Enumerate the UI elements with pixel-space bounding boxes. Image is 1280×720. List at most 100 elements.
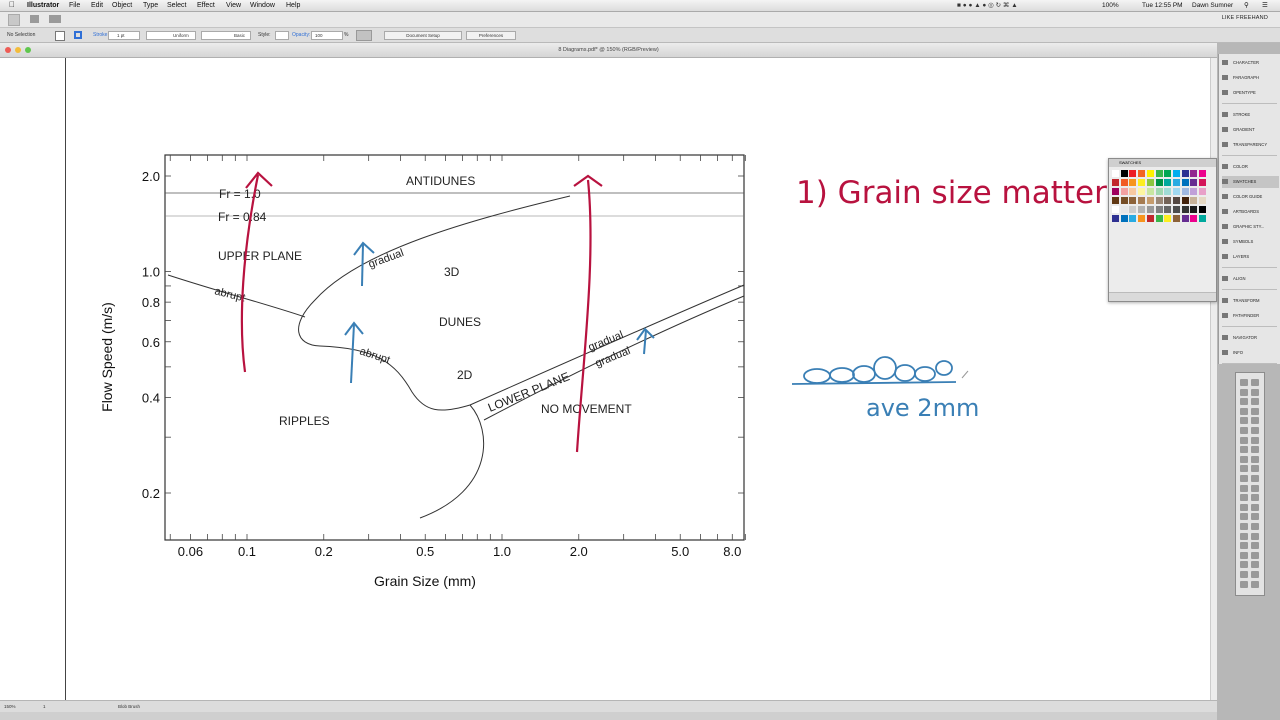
grain-sketch[interactable]	[791, 356, 957, 385]
color-swatch[interactable]	[1181, 197, 1189, 204]
tool-icon[interactable]	[1251, 523, 1259, 530]
color-swatch[interactable]	[1129, 206, 1137, 213]
color-swatch[interactable]	[1138, 206, 1146, 213]
tool-icon[interactable]	[1240, 475, 1248, 482]
tool-icon[interactable]	[1251, 398, 1259, 406]
color-swatch[interactable]	[1164, 197, 1172, 204]
color-swatch[interactable]	[1199, 206, 1206, 213]
color-swatch[interactable]	[1120, 188, 1128, 195]
color-swatch[interactable]	[1120, 197, 1128, 204]
color-swatch[interactable]	[1155, 206, 1163, 213]
color-swatch[interactable]	[1181, 188, 1189, 195]
tool-icon[interactable]	[1251, 465, 1259, 473]
color-swatch[interactable]	[1172, 206, 1180, 213]
color-swatch[interactable]	[1155, 197, 1163, 204]
color-swatch[interactable]	[1120, 206, 1128, 213]
color-swatch[interactable]	[1146, 215, 1154, 222]
color-swatch[interactable]	[1146, 197, 1154, 204]
panel-symbols[interactable]: SYMBOLS	[1222, 236, 1279, 248]
red-arrow-right[interactable]	[573, 174, 603, 453]
blue-arrow-lower-plane[interactable]	[636, 327, 655, 355]
tool-icon[interactable]	[1251, 484, 1259, 492]
color-swatch[interactable]	[1112, 188, 1119, 195]
color-swatch[interactable]	[1190, 206, 1198, 213]
color-swatch[interactable]	[1172, 215, 1180, 222]
panel-opentype[interactable]: OPENTYPE	[1222, 87, 1279, 99]
tool-icon[interactable]	[1251, 494, 1259, 502]
color-swatch[interactable]	[1112, 179, 1119, 186]
tool-icon[interactable]	[1240, 532, 1248, 540]
panel-artboards[interactable]: ARTBOARDS	[1222, 206, 1279, 218]
tool-icon[interactable]	[1240, 494, 1248, 502]
panel-paragraph[interactable]: PARAGRAPH	[1222, 72, 1279, 84]
tool-icon[interactable]	[1251, 542, 1259, 550]
panel-align[interactable]: ALIGN	[1222, 273, 1279, 285]
tool-icon[interactable]	[1251, 446, 1259, 454]
annotation-heading[interactable]: 1) Grain size matters	[796, 175, 1123, 211]
annotation-note[interactable]: ave 2mm	[866, 394, 979, 422]
color-swatch[interactable]	[1146, 206, 1154, 213]
tool-icon[interactable]	[1251, 407, 1259, 415]
tool-icon[interactable]	[1251, 475, 1259, 482]
color-swatch[interactable]	[1129, 179, 1137, 186]
tool-icon[interactable]	[1240, 446, 1248, 454]
panel-info[interactable]: INFO	[1222, 347, 1279, 359]
color-swatch[interactable]	[1120, 179, 1128, 186]
color-swatch[interactable]	[1181, 215, 1189, 222]
color-swatch[interactable]	[1164, 179, 1172, 186]
color-swatch[interactable]	[1155, 188, 1163, 195]
panel-character[interactable]: CHARACTER	[1222, 57, 1279, 69]
panel-transform[interactable]: TRANSFORM	[1222, 295, 1279, 307]
swatches-panel-header[interactable]: SWATCHES	[1109, 159, 1216, 167]
panel-navigator[interactable]: NAVIGATOR	[1222, 332, 1279, 344]
panel-color-guide[interactable]: COLOR GUIDE	[1222, 191, 1279, 203]
color-swatch[interactable]	[1190, 197, 1198, 204]
color-swatch[interactable]	[1138, 188, 1146, 195]
tool-icon[interactable]	[1240, 465, 1248, 473]
swatches-tab[interactable]: SWATCHES	[1109, 160, 1141, 165]
color-swatch[interactable]	[1199, 197, 1206, 204]
color-swatch[interactable]	[1172, 170, 1180, 177]
color-swatch[interactable]	[1199, 170, 1206, 177]
tool-icon[interactable]	[1251, 571, 1259, 578]
panel-layers[interactable]: LAYERS	[1222, 251, 1279, 263]
color-swatch[interactable]	[1164, 215, 1172, 222]
color-swatch[interactable]	[1112, 197, 1119, 204]
color-swatch[interactable]	[1129, 197, 1137, 204]
tool-icon[interactable]	[1251, 379, 1259, 386]
panel-swatches[interactable]: SWATCHES	[1222, 176, 1279, 188]
color-swatch[interactable]	[1164, 188, 1172, 195]
color-swatch[interactable]	[1146, 179, 1154, 186]
tool-icon[interactable]	[1240, 551, 1248, 559]
tool-icon[interactable]	[1251, 561, 1259, 569]
color-swatch[interactable]	[1181, 206, 1189, 213]
ink-annotations[interactable]: 1) Grain size matters ave 2mm	[0, 0, 1280, 720]
panel-pathfinder[interactable]: PATHFINDER	[1222, 310, 1279, 322]
tool-icon[interactable]	[1251, 436, 1259, 444]
tool-icon[interactable]	[1240, 542, 1248, 550]
tool-icon[interactable]	[1251, 551, 1259, 559]
panel-stroke[interactable]: STROKE	[1222, 109, 1279, 121]
color-swatch[interactable]	[1199, 179, 1206, 186]
swatches-panel[interactable]: SWATCHES	[1108, 158, 1217, 302]
color-swatch[interactable]	[1129, 170, 1137, 177]
tool-icon[interactable]	[1251, 532, 1259, 540]
color-swatch[interactable]	[1172, 197, 1180, 204]
color-swatch[interactable]	[1164, 206, 1172, 213]
color-swatch[interactable]	[1164, 170, 1172, 177]
color-swatch[interactable]	[1155, 215, 1163, 222]
tool-icon[interactable]	[1240, 513, 1248, 521]
artboard-number[interactable]: 1	[43, 704, 46, 709]
swatches-panel-footer[interactable]	[1109, 292, 1216, 301]
panel-graphic-sty[interactable]: GRAPHIC STY...	[1222, 221, 1279, 233]
color-swatch[interactable]	[1155, 179, 1163, 186]
tool-icon[interactable]	[1240, 417, 1248, 425]
tool-icon[interactable]	[1251, 417, 1259, 425]
panel-transparency[interactable]: TRANSPARENCY	[1222, 139, 1279, 151]
panel-gradient[interactable]: GRADIENT	[1222, 124, 1279, 136]
tool-icon[interactable]	[1240, 427, 1248, 434]
color-swatch[interactable]	[1138, 197, 1146, 204]
color-swatch[interactable]	[1138, 170, 1146, 177]
tool-icon[interactable]	[1251, 513, 1259, 521]
tool-icon[interactable]	[1240, 484, 1248, 492]
